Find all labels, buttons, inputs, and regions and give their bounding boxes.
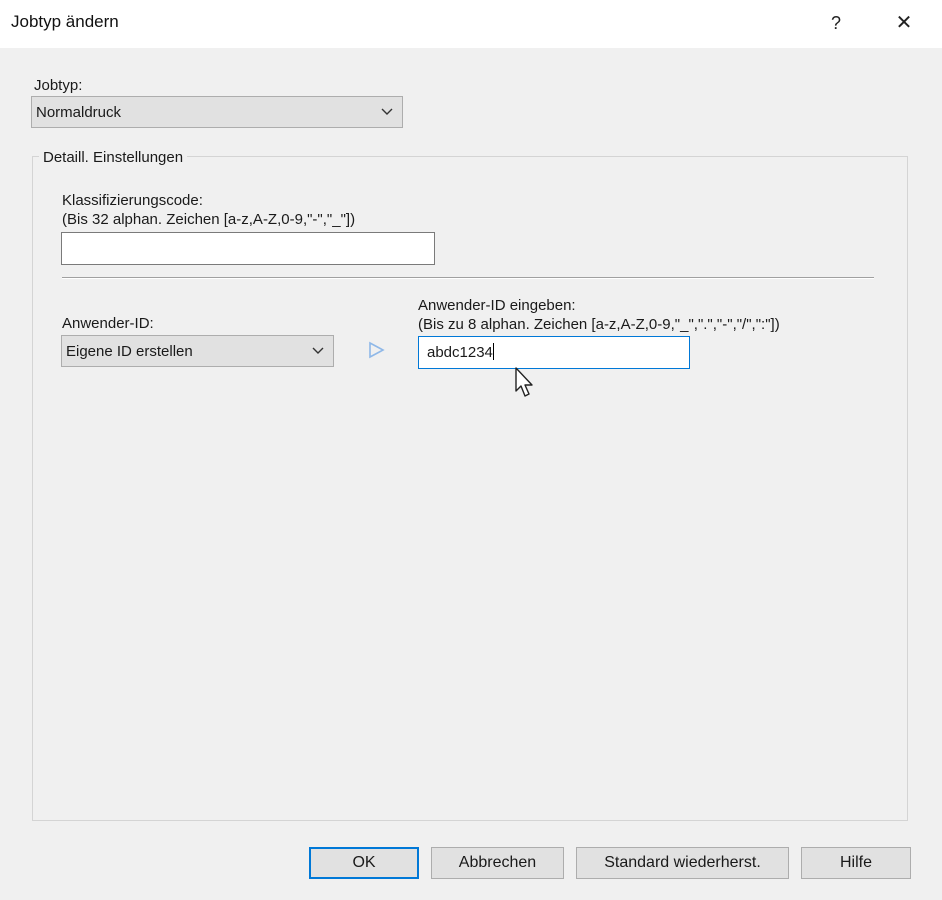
text-caret	[492, 343, 494, 360]
user-id-entry-hint: (Bis zu 8 alphan. Zeichen [a-z,A-Z,0-9,"…	[418, 316, 780, 333]
cancel-button[interactable]: Abbrechen	[431, 847, 564, 879]
classification-hint: (Bis 32 alphan. Zeichen [a-z,A-Z,0-9,"-"…	[62, 211, 356, 228]
chevron-down-icon	[312, 347, 324, 354]
user-id-dropdown[interactable]: Eigene ID erstellen	[61, 335, 334, 367]
ok-button[interactable]: OK	[309, 847, 419, 879]
jobtype-selected-value: Normaldruck	[36, 104, 122, 121]
arrow-right-icon	[369, 341, 385, 359]
dialog-title: Jobtyp ändern	[11, 12, 119, 31]
title-bar: Jobtyp ändern ? ✕	[0, 0, 942, 48]
mouse-pointer-icon	[515, 367, 533, 397]
user-id-input[interactable]: abdc1234	[418, 336, 690, 369]
help-button[interactable]: Hilfe	[801, 847, 911, 879]
jobtype-label: Jobtyp:	[34, 77, 83, 94]
user-id-entry-label: Anwender-ID eingeben:	[418, 297, 576, 314]
separator-line	[62, 277, 874, 279]
user-id-input-content: abdc1234	[427, 343, 494, 361]
user-id-value: abdc1234	[427, 344, 493, 361]
help-icon[interactable]: ?	[824, 8, 848, 38]
classification-label: Klassifizierungscode:	[62, 192, 203, 209]
job-type-dialog: Jobtyp ändern ? ✕ Jobtyp: Normaldruck De…	[0, 0, 942, 900]
user-id-label: Anwender-ID:	[62, 315, 154, 332]
chevron-down-icon	[381, 108, 393, 115]
details-group-title: Detaill. Einstellungen	[39, 149, 188, 166]
restore-defaults-button[interactable]: Standard wiederherst.	[576, 847, 789, 879]
jobtype-dropdown[interactable]: Normaldruck	[31, 96, 403, 128]
classification-code-input[interactable]	[61, 232, 435, 265]
user-id-selected-value: Eigene ID erstellen	[66, 343, 193, 360]
close-icon[interactable]: ✕	[889, 8, 919, 38]
